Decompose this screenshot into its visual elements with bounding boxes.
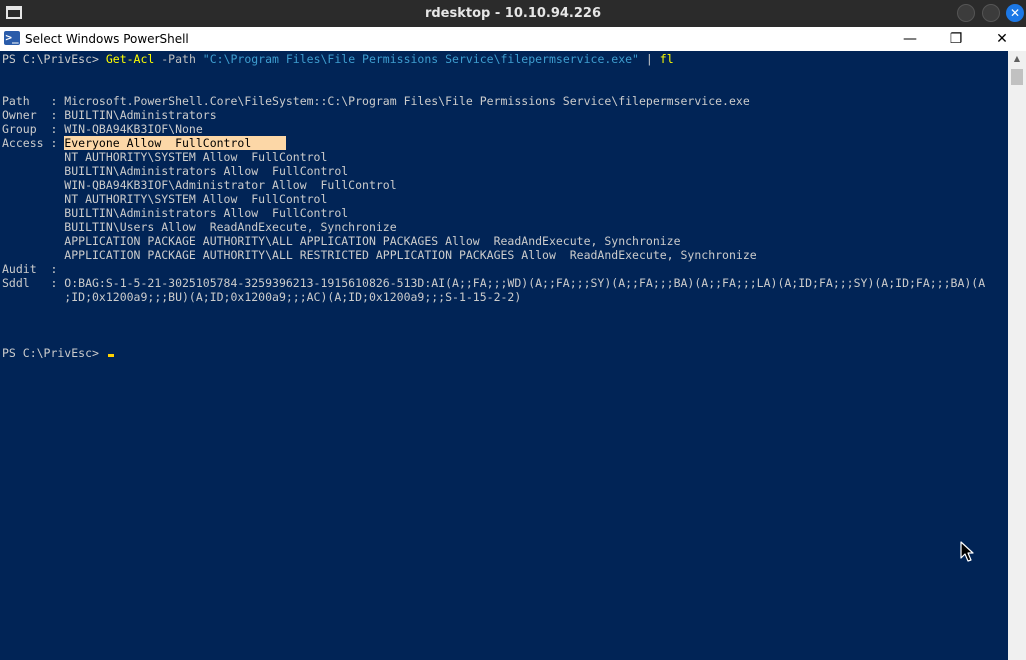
rdesktop-title: rdesktop - 10.10.94.226	[424, 6, 602, 21]
scrollbar-thumb[interactable]	[1011, 69, 1023, 85]
console-output[interactable]: PS C:\PrivEsc> Get-Acl -Path "C:\Program…	[2, 52, 1006, 360]
access-entry: NT AUTHORITY\SYSTEM Allow FullControl	[2, 150, 328, 164]
powershell-titlebar: >_ Select Windows PowerShell — ❐ ✕	[0, 27, 1026, 51]
cmd-format-list: fl	[659, 52, 674, 66]
access-entry: BUILTIN\Administrators Allow FullControl	[2, 164, 349, 178]
prompt: PS C:\PrivEsc>	[2, 52, 106, 66]
rdesktop-close-button[interactable]: ✕	[1006, 4, 1024, 22]
cmd-parameter: -Path	[154, 52, 203, 66]
group-line: Group : WIN-QBA94KB3IOF\None	[2, 122, 203, 136]
rdesktop-titlebar: rdesktop - 10.10.94.226 ✕	[0, 0, 1026, 27]
cmd-path-string: "C:\Program Files\File Permissions Servi…	[202, 52, 639, 66]
access-entry: NT AUTHORITY\SYSTEM Allow FullControl	[2, 192, 328, 206]
powershell-icon: >_	[4, 31, 20, 45]
audit-line: Audit :	[2, 262, 58, 276]
command-line: PS C:\PrivEsc> Get-Acl -Path "C:\Program…	[2, 52, 1006, 66]
vertical-scrollbar[interactable]: ▲	[1008, 51, 1026, 660]
path-line: Path : Microsoft.PowerShell.Core\FileSys…	[2, 94, 750, 108]
cmdlet-name: Get-Acl	[105, 52, 155, 66]
access-label: Access :	[2, 136, 65, 150]
access-entry: BUILTIN\Administrators Allow FullControl	[2, 206, 349, 220]
mouse-pointer-icon	[960, 541, 974, 562]
access-entry: APPLICATION PACKAGE AUTHORITY\ALL APPLIC…	[2, 234, 681, 248]
owner-line: Owner : BUILTIN\Administrators	[2, 108, 217, 122]
minimize-button[interactable]: —	[887, 27, 933, 51]
rdesktop-maximize-button[interactable]	[982, 4, 1000, 22]
scroll-up-arrow-icon[interactable]: ▲	[1008, 51, 1026, 67]
access-entry: WIN-QBA94KB3IOF\Administrator Allow Full…	[2, 178, 397, 192]
close-button[interactable]: ✕	[979, 27, 1025, 51]
prompt-line[interactable]: PS C:\PrivEsc>	[2, 346, 1006, 360]
prompt: PS C:\PrivEsc>	[2, 346, 106, 360]
selected-access-entry[interactable]: Everyone Allow FullControl	[64, 136, 286, 150]
sddl-line-continued: ;ID;0x1200a9;;;BU)(A;ID;0x1200a9;;;AC)(A…	[2, 290, 522, 304]
access-entry: BUILTIN\Users Allow ReadAndExecute, Sync…	[2, 220, 397, 234]
rdesktop-minimize-button[interactable]	[957, 4, 975, 22]
window-title: Select Windows PowerShell	[25, 32, 189, 46]
sddl-line: Sddl : O:BAG:S-1-5-21-3025105784-3259396…	[2, 276, 986, 290]
cmd-pipe: |	[638, 52, 660, 66]
access-entry: APPLICATION PACKAGE AUTHORITY\ALL RESTRI…	[2, 248, 757, 262]
text-cursor	[107, 354, 114, 357]
maximize-button[interactable]: ❐	[933, 27, 979, 51]
access-line: Access : Everyone Allow FullControl	[2, 136, 1006, 150]
